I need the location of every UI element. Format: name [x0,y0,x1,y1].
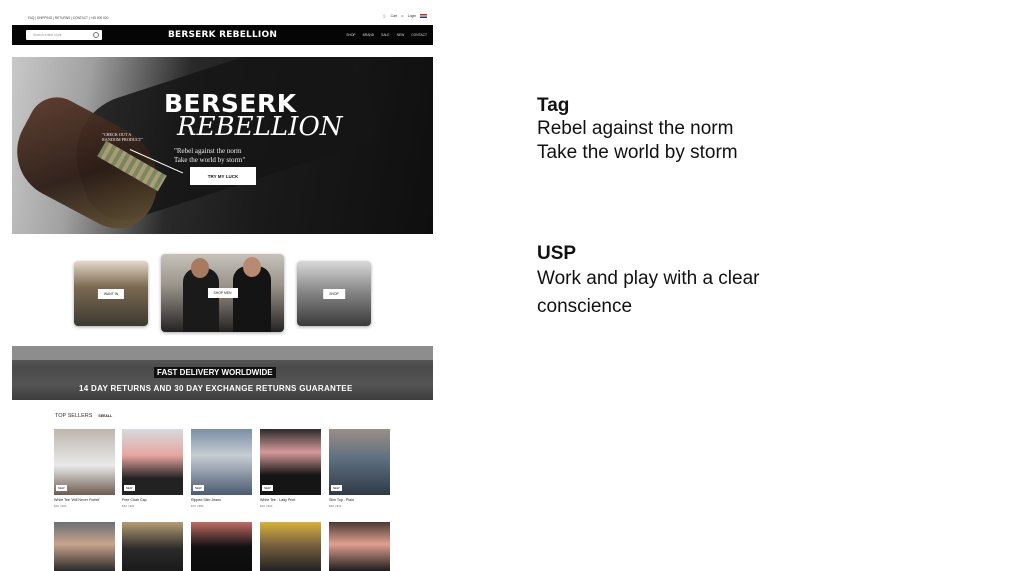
hero-quote-line1: "Rebel against the norm [174,147,242,155]
product-card[interactable] [122,522,183,571]
nav-item-shop[interactable]: SHOP [346,33,355,37]
product-name[interactable]: White Tee - Lady Print [260,498,295,502]
product-price: $40 | $32 [122,504,135,508]
product-card[interactable]: NEW [329,429,390,495]
usp-line-2: conscience [537,296,633,317]
tag-line-2: Take the world by storm [537,142,738,163]
product-name[interactable]: White Tee 'Will Never Forfeit' [54,498,100,502]
product-card[interactable]: NEW [122,429,183,495]
product-card[interactable]: NEW [191,429,252,495]
main-navbar: Search entire store BERSERK REBELLION SH… [12,25,433,45]
product-card[interactable]: NEW [54,429,115,495]
brand-logo[interactable]: BERSERK REBELLION [162,30,283,40]
hero-quote-line2: Take the world by storm" [174,156,246,164]
utility-right: 🛒 Cart ⊙ Login [383,14,427,18]
shop-men-button[interactable]: SHOP MEN [207,288,238,298]
category-card-left-button[interactable]: WANT IN [97,288,125,299]
top-utility-bar: FAQ | SHIPPING | RETURNS | CONTACT | +45… [12,12,433,24]
delivery-banner: FAST DELIVERY WORLDWIDE 14 DAY RETURNS A… [12,346,433,400]
login-link[interactable]: Login [408,14,416,18]
nav-item-new[interactable]: NEW [397,33,405,37]
product-badge: NEW [56,485,67,491]
model-head [191,258,209,278]
tag-section: Tag Rebel against the norm Take the worl… [537,95,738,165]
hero-quote: "Rebel against the norm Take the world b… [174,147,245,165]
top-sellers-title: TOP SELLERS [55,413,93,419]
top-sellers-heading: TOP SELLERS SEEALL [55,413,112,419]
tag-heading: Tag [537,95,570,116]
category-card-left[interactable]: WANT IN [74,261,148,326]
nav-item-brand[interactable]: BRAND [363,33,375,37]
product-price: $40 | $32 [329,504,342,508]
product-badge: NEW [262,485,273,491]
product-badge: NEW [124,485,135,491]
product-card[interactable]: NEW [260,429,321,495]
hero-note: "CHECK OUT A RANDOM PRODUCT" [102,132,143,142]
see-all-link[interactable]: SEEALL [98,414,112,418]
flag-icon[interactable] [420,14,427,18]
product-price: $70 | $56 [191,504,204,508]
product-card[interactable] [191,522,252,571]
search-icon[interactable] [93,32,99,38]
delivery-banner-line2: 14 DAY RETURNS AND 30 DAY EXCHANGE RETUR… [79,384,353,393]
usp-heading: USP [537,243,577,264]
usp-line-1: Work and play with a clear [537,268,760,289]
product-badge: NEW [193,485,204,491]
cart-icon[interactable]: 🛒 [383,14,387,18]
usp-section: USP Work and play with a clear conscienc… [537,243,759,321]
cart-link[interactable]: Cart [391,14,397,18]
product-card[interactable] [260,522,321,571]
search-placeholder: Search entire store [33,33,62,37]
hero-banner: BERSERK REBELLION "Rebel against the nor… [12,57,433,234]
nav-menu: SHOP BRAND SALE NEW CONTACT [346,33,427,37]
delivery-banner-line1: FAST DELIVERY WORLDWIDE [154,367,276,378]
product-name[interactable]: Free Chair Cap [122,498,147,502]
model-head [243,257,261,277]
product-badge: NEW [331,485,342,491]
product-name[interactable]: Slim Top - Plain [329,498,354,502]
hero-title-line2: REBELLION [177,112,343,142]
try-my-luck-button[interactable]: TRY MY LUCK [190,167,256,185]
product-price: $40 | $32 [260,504,273,508]
website-mockup: FAQ | SHIPPING | RETURNS | CONTACT | +45… [12,12,433,571]
category-card-men[interactable]: SHOP MEN [161,254,284,332]
search-input[interactable]: Search entire store [26,30,102,40]
product-price: $40 | $32 [54,504,67,508]
banner-sky [12,346,433,360]
tag-line-1: Rebel against the norm [537,118,734,139]
product-card[interactable] [329,522,390,571]
product-name[interactable]: Ripped Slim Jeans [191,498,221,502]
category-card-right[interactable]: SHOP [297,261,371,326]
utility-links[interactable]: FAQ | SHIPPING | RETURNS | CONTACT | +45… [28,16,108,20]
nav-item-sale[interactable]: SALE [381,33,389,37]
nav-item-contact[interactable]: CONTACT [411,33,427,37]
category-card-right-button[interactable]: SHOP [323,288,345,299]
account-icon[interactable]: ⊙ [401,14,404,18]
product-card[interactable] [54,522,115,571]
